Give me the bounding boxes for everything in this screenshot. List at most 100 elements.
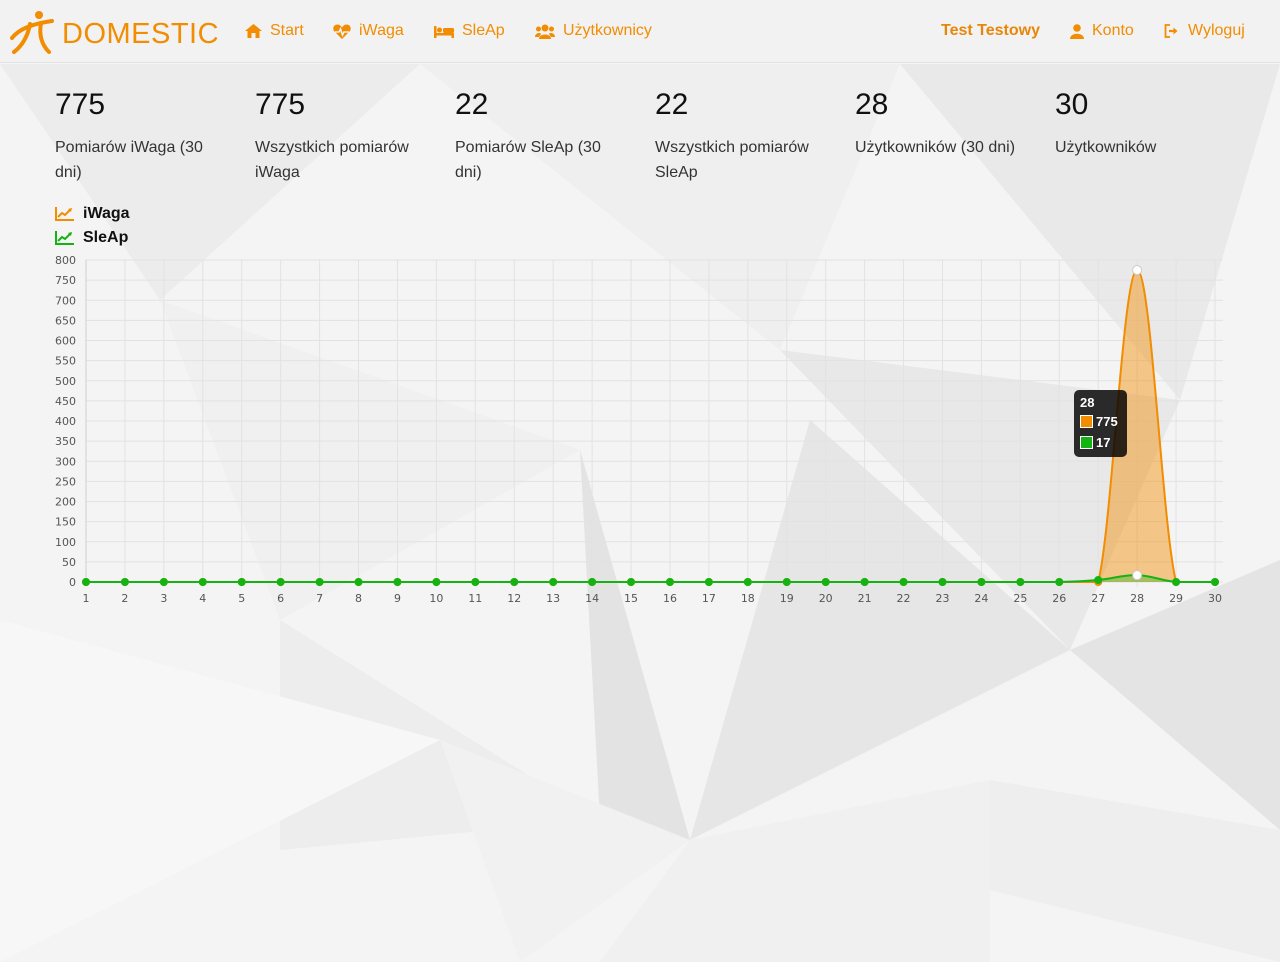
series-line-sleap [86,574,1215,583]
data-point-sleap [743,578,752,586]
stat-label: Pomiarów iWaga (30 dni) [55,139,203,181]
y-tick-label: 50 [62,556,76,569]
y-tick-label: 800 [55,254,76,267]
y-tick-label: 700 [55,294,76,307]
x-tick-label: 11 [468,592,482,605]
tooltip-row-sleap: 17 [1080,432,1121,453]
x-tick-label: 21 [858,592,872,605]
navbar: DOMESTIC Start iWaga SleAp Użytkownicy T… [0,0,1280,63]
x-tick-label: 30 [1208,592,1222,605]
data-point-sleap [510,578,519,586]
data-point-sleap [1016,578,1025,586]
data-point-sleap [977,578,986,586]
x-tick-label: 16 [663,592,677,605]
y-tick-label: 350 [55,435,76,448]
nav-current-user[interactable]: Test Testowy [941,20,1040,42]
data-point-sleap [1132,570,1143,581]
data-point-sleap [354,578,363,586]
data-point-sleap [627,578,636,586]
data-point-sleap [899,578,908,586]
data-point-sleap [393,578,402,586]
tooltip-value-iwaga: 775 [1096,414,1118,429]
data-point-sleap [432,578,441,586]
data-point-sleap [665,578,674,586]
y-tick-label: 150 [55,516,76,529]
nav-sleap-label: SleAp [462,22,505,39]
tooltip-swatch-iwaga [1080,415,1093,428]
stat-value: 28 [855,88,889,121]
y-tick-label: 500 [55,375,76,388]
data-point-iwaga [1132,265,1143,276]
nav-users[interactable]: Użytkownicy [535,20,652,42]
stat-label: Użytkowników [1055,139,1157,156]
stat-sleap-total: 22 Wszystkich pomiarów SleAp [655,86,825,185]
users-icon [535,24,555,39]
y-tick-label: 600 [55,335,76,348]
series-area-sleap [86,575,1215,582]
x-tick-label: 25 [1013,592,1027,605]
stat-value: 30 [1055,88,1089,121]
stat-sleap-30-days: 22 Pomiarów SleAp (30 dni) [455,86,625,185]
tooltip-swatch-sleap [1080,436,1093,449]
x-tick-label: 14 [585,592,599,605]
stat-label: Pomiarów SleAp (30 dni) [455,139,601,181]
stat-iwaga-total: 775 Wszystkich pomiarów iWaga [255,86,425,185]
data-point-sleap [159,578,168,586]
x-tick-label: 8 [355,592,362,605]
data-point-sleap [315,578,324,586]
user-name: Test Testowy [941,22,1040,39]
x-tick-label: 2 [121,592,128,605]
tooltip-value-sleap: 17 [1096,435,1111,450]
y-tick-label: 200 [55,496,76,509]
y-tick-label: 750 [55,274,76,287]
data-point-sleap [782,578,791,586]
data-point-sleap [276,578,285,586]
stat-value: 775 [55,88,106,121]
line-chart-icon [55,207,74,221]
y-tick-label: 300 [55,455,76,468]
data-point-sleap [1211,578,1219,586]
nav-logout[interactable]: Wyloguj [1164,20,1245,42]
x-tick-label: 18 [741,592,755,605]
x-tick-label: 20 [819,592,833,605]
y-tick-label: 100 [55,536,76,549]
stat-users-total: 30 Użytkowników [1055,86,1225,160]
data-point-sleap [237,578,246,586]
legend-label-iwaga: iWaga [83,205,130,222]
heartbeat-icon [333,24,351,39]
user-icon [1070,23,1084,39]
brand-logo-link[interactable]: DOMESTIC [8,8,219,56]
stat-value: 22 [655,88,689,121]
data-point-sleap [471,578,480,586]
nav-sleap[interactable]: SleAp [434,20,505,42]
x-tick-label: 3 [160,592,167,605]
y-tick-label: 450 [55,395,76,408]
data-point-sleap [704,578,713,586]
legend-item-iwaga[interactable]: iWaga [55,202,130,226]
x-tick-label: 10 [429,592,443,605]
x-tick-label: 13 [546,592,560,605]
stat-value: 775 [255,88,306,121]
data-point-sleap [120,578,129,586]
sign-out-icon [1164,24,1178,38]
stat-users-30-days: 28 Użytkowników (30 dni) [855,86,1025,160]
stat-label: Wszystkich pomiarów SleAp [655,139,809,181]
series-area-iwaga [86,270,1215,582]
x-tick-label: 15 [624,592,638,605]
stat-value: 22 [455,88,489,121]
x-tick-label: 29 [1169,592,1183,605]
y-tick-label: 650 [55,314,76,327]
stat-iwaga-30-days: 775 Pomiarów iWaga (30 dni) [55,86,225,185]
nav-start-label: Start [270,22,304,39]
legend-item-sleap[interactable]: SleAp [55,226,130,250]
tooltip-row-iwaga: 775 [1080,411,1121,432]
nav-account[interactable]: Konto [1070,20,1134,42]
data-point-sleap [1172,578,1181,586]
x-tick-label: 22 [897,592,911,605]
nav-logout-label: Wyloguj [1188,22,1245,39]
x-tick-label: 27 [1091,592,1105,605]
nav-start[interactable]: Start [245,20,304,42]
nav-iwaga[interactable]: iWaga [333,20,404,42]
x-tick-label: 17 [702,592,716,605]
data-point-sleap [1055,578,1064,586]
